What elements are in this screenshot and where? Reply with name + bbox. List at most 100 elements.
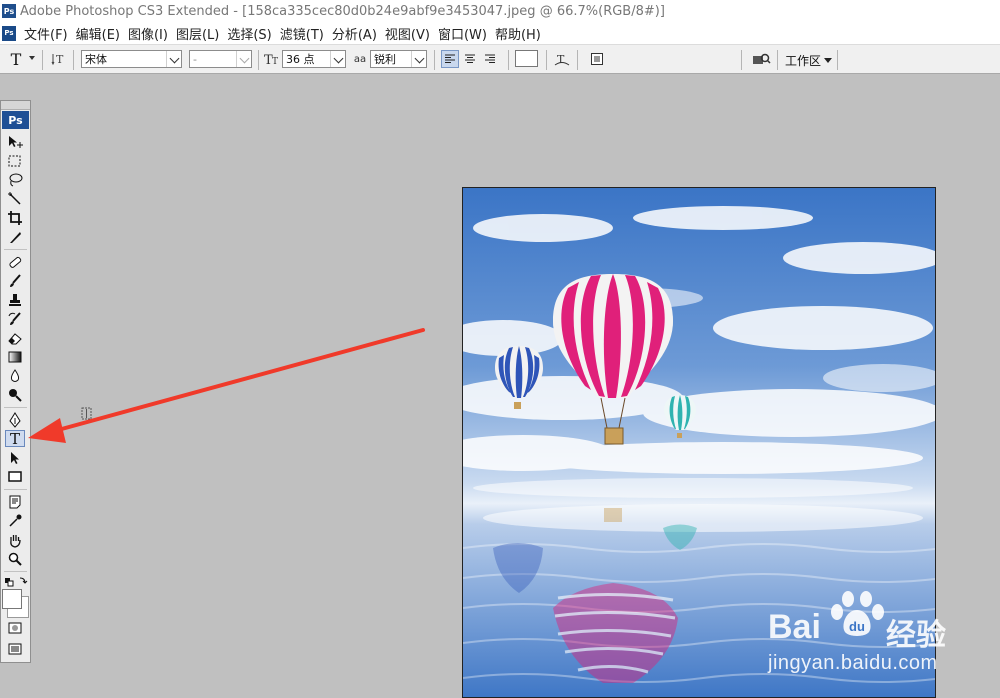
quick-mask-toggle[interactable] [5,619,25,636]
path-selection-tool[interactable] [5,449,25,466]
tool-preset-picker[interactable]: T [6,49,26,69]
quick-mask-icon [8,622,22,633]
brush-tool[interactable] [5,272,25,289]
magic-wand-tool[interactable] [5,190,25,207]
palettes-icon [591,53,603,65]
default-swap-colors-icon [5,577,28,586]
menu-filter[interactable]: 滤镜(T) [280,24,324,43]
type-tool-icon: T [10,49,22,69]
lasso-icon [9,173,23,186]
workspace-menu[interactable]: 工作区 [785,52,833,68]
gradient-icon [8,351,22,362]
font-style-select[interactable]: - [189,50,252,68]
hand-tool[interactable] [5,531,25,548]
title-bar: Ps Adobe Photoshop CS3 Extended - [158ca… [0,0,1000,22]
font-family-select[interactable]: 宋体 [81,50,182,68]
separator [73,50,74,70]
panel-grip[interactable] [1,101,30,110]
menu-view[interactable]: 视图(V) [385,24,430,43]
pen-tool[interactable] [5,411,25,428]
eyedropper-icon [9,514,22,527]
rectangle-marquee-icon [8,155,21,166]
align-left-button[interactable] [441,50,459,68]
preset-dropdown-arrow-icon[interactable] [29,56,35,60]
separator [577,50,578,70]
menu-file[interactable]: 文件(F) [24,24,68,43]
watermark-brand-jingyan: 经验 [886,619,946,652]
document-control-icon[interactable]: Ps [2,25,16,41]
history-brush-icon [8,311,21,325]
notes-tool[interactable] [5,493,25,510]
water-drop-icon [10,368,20,382]
font-family-value: 宋体 [85,53,107,66]
path-selection-arrow-icon [11,451,19,464]
crop-tool[interactable] [5,209,25,226]
window-title: Adobe Photoshop CS3 Extended - [158ca335… [20,3,665,19]
healing-brush-tool[interactable] [5,253,25,270]
watermark-url: jingyan.baidu.com [768,652,938,674]
workspace-label: 工作区 [785,53,822,68]
eraser-tool[interactable] [5,329,25,346]
align-center-button[interactable] [461,50,479,68]
brush-icon [10,273,21,287]
menu-window[interactable]: 窗口(W) [438,24,487,43]
character-panel-button[interactable] [588,50,606,68]
marquee-tool[interactable] [5,152,25,169]
slice-knife-icon [10,231,21,243]
separator [42,50,43,70]
separator [258,50,259,70]
tools-panel: Ps T [0,100,31,663]
warp-text-button[interactable]: T [553,50,571,68]
text-orientation-icon: T [51,53,64,66]
menu-help[interactable]: 帮助(H) [495,24,541,43]
screen-mode-toggle[interactable] [5,640,25,657]
menu-select[interactable]: 选择(S) [227,24,271,43]
screen-mode-icon [8,643,22,654]
foreground-color-swatch[interactable] [2,589,22,609]
separator [508,50,509,70]
separator [777,50,778,70]
move-arrow-icon [9,135,23,148]
file-browser-button[interactable] [750,50,772,68]
font-size-select[interactable]: 36 点 [282,50,346,68]
menu-layer[interactable]: 图层(L) [176,24,219,43]
antialias-icon: aa [353,53,367,65]
history-brush-tool[interactable] [5,310,25,327]
file-browser-icon [753,53,771,64]
baidu-jingyan-watermark: du Bai 经验 jingyan.baidu.com [768,590,1000,680]
warp-text-icon: T [554,53,570,66]
antialias-value: 锐利 [374,53,396,66]
clone-stamp-tool[interactable] [5,291,25,308]
default-colors-controls[interactable] [3,573,29,590]
text-color-swatch[interactable] [515,50,538,67]
shape-tool[interactable] [5,468,25,485]
gradient-tool[interactable] [5,348,25,365]
dodge-tool[interactable] [5,386,25,403]
paw-logo-icon: du [831,591,884,636]
text-orientation-toggle[interactable]: T [50,50,68,68]
align-left-icon [445,54,455,63]
move-tool[interactable] [5,133,25,150]
separator [434,50,435,70]
text-cursor-icon [81,407,92,420]
photoshop-logo[interactable]: Ps [2,111,29,129]
hand-icon [10,534,21,548]
svg-text:T: T [272,57,278,67]
antialias-select[interactable]: 锐利 [370,50,427,68]
pen-nib-icon [9,411,21,428]
blur-tool[interactable] [5,367,25,384]
font-size-value: 36 点 [286,53,315,66]
type-tool[interactable]: T [5,430,25,448]
lasso-tool[interactable] [5,171,25,188]
menu-analysis[interactable]: 分析(A) [332,24,377,43]
zoom-tool[interactable] [5,550,25,567]
align-center-icon [465,54,475,63]
crop-icon [8,210,22,225]
svg-text:T: T [56,53,64,66]
menu-edit[interactable]: 编辑(E) [76,24,120,43]
menu-image[interactable]: 图像(I) [128,24,168,43]
slice-tool[interactable] [5,228,25,245]
note-icon [9,495,21,508]
align-right-button[interactable] [481,50,499,68]
eyedropper-tool[interactable] [5,512,25,529]
